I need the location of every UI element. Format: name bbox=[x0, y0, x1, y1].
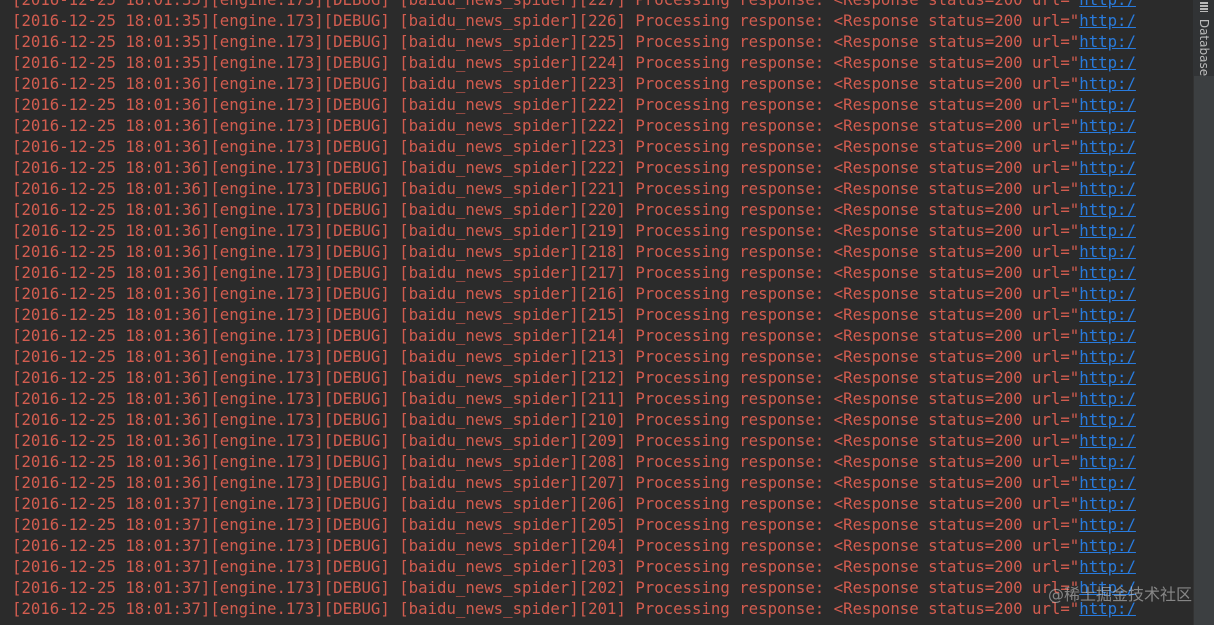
log-line-text: [2016-12-25 18:01:36][engine.173][DEBUG]… bbox=[12, 410, 1080, 429]
log-line-url-link[interactable]: http:/ bbox=[1079, 221, 1136, 240]
log-line: [2016-12-25 18:01:36][engine.173][DEBUG]… bbox=[0, 346, 1193, 367]
log-line-url-link[interactable]: http:/ bbox=[1079, 0, 1136, 9]
log-line: [2016-12-25 18:01:36][engine.173][DEBUG]… bbox=[0, 136, 1193, 157]
database-tool-tab[interactable]: Database bbox=[1193, 0, 1214, 76]
log-line: [2016-12-25 18:01:36][engine.173][DEBUG]… bbox=[0, 220, 1193, 241]
log-line: [2016-12-25 18:01:37][engine.173][DEBUG]… bbox=[0, 556, 1193, 577]
log-line-text: [2016-12-25 18:01:36][engine.173][DEBUG]… bbox=[12, 74, 1080, 93]
log-line-url-link[interactable]: http:/ bbox=[1079, 347, 1136, 366]
log-line-url-link[interactable]: http:/ bbox=[1079, 95, 1136, 114]
log-line-url-link[interactable]: http:/ bbox=[1079, 368, 1136, 387]
log-line: [2016-12-25 18:01:35][engine.173][DEBUG]… bbox=[0, 31, 1193, 52]
log-line-text: [2016-12-25 18:01:35][engine.173][DEBUG]… bbox=[12, 11, 1080, 30]
log-line-text: [2016-12-25 18:01:36][engine.173][DEBUG]… bbox=[12, 347, 1080, 366]
log-line-text: [2016-12-25 18:01:37][engine.173][DEBUG]… bbox=[12, 599, 1080, 618]
log-line-url-link[interactable]: http:/ bbox=[1079, 11, 1136, 30]
log-line: [2016-12-25 18:01:37][engine.173][DEBUG]… bbox=[0, 514, 1193, 535]
log-line: [2016-12-25 18:01:36][engine.173][DEBUG]… bbox=[0, 451, 1193, 472]
log-line: [2016-12-25 18:01:36][engine.173][DEBUG]… bbox=[0, 430, 1193, 451]
log-line-url-link[interactable]: http:/ bbox=[1079, 137, 1136, 156]
log-line-text: [2016-12-25 18:01:36][engine.173][DEBUG]… bbox=[12, 221, 1080, 240]
log-line-url-link[interactable]: http:/ bbox=[1079, 410, 1136, 429]
database-tab-content: Database bbox=[1195, 2, 1212, 76]
log-line: [2016-12-25 18:01:35][engine.173][DEBUG]… bbox=[0, 10, 1193, 31]
log-line-url-link[interactable]: http:/ bbox=[1079, 53, 1136, 72]
log-line-url-link[interactable]: http:/ bbox=[1079, 305, 1136, 324]
log-line: [2016-12-25 18:01:36][engine.173][DEBUG]… bbox=[0, 325, 1193, 346]
log-line-text: [2016-12-25 18:01:35][engine.173][DEBUG]… bbox=[12, 32, 1080, 51]
log-line-url-link[interactable]: http:/ bbox=[1079, 32, 1136, 51]
database-icon bbox=[1200, 2, 1208, 12]
log-line: [2016-12-25 18:01:35][engine.173][DEBUG]… bbox=[0, 52, 1193, 73]
log-lines: [2016-12-25 18:01:35][engine.173][DEBUG]… bbox=[0, 0, 1193, 619]
log-line-text: [2016-12-25 18:01:36][engine.173][DEBUG]… bbox=[12, 116, 1080, 135]
log-line-text: [2016-12-25 18:01:35][engine.173][DEBUG]… bbox=[12, 0, 1079, 9]
log-line: [2016-12-25 18:01:36][engine.173][DEBUG]… bbox=[0, 304, 1193, 325]
log-line-url-link[interactable]: http:/ bbox=[1079, 557, 1136, 576]
log-line: [2016-12-25 18:01:36][engine.173][DEBUG]… bbox=[0, 241, 1193, 262]
log-line-text: [2016-12-25 18:01:36][engine.173][DEBUG]… bbox=[12, 326, 1080, 345]
log-line-text: [2016-12-25 18:01:36][engine.173][DEBUG]… bbox=[12, 242, 1080, 261]
log-line-url-link[interactable]: http:/ bbox=[1079, 116, 1136, 135]
log-line-text: [2016-12-25 18:01:36][engine.173][DEBUG]… bbox=[12, 305, 1080, 324]
log-line: [2016-12-25 18:01:37][engine.173][DEBUG]… bbox=[0, 493, 1193, 514]
log-line: [2016-12-25 18:01:36][engine.173][DEBUG]… bbox=[0, 283, 1193, 304]
log-line-text: [2016-12-25 18:01:36][engine.173][DEBUG]… bbox=[12, 179, 1080, 198]
log-line: [2016-12-25 18:01:37][engine.173][DEBUG]… bbox=[0, 598, 1193, 619]
log-line: [2016-12-25 18:01:36][engine.173][DEBUG]… bbox=[0, 157, 1193, 178]
right-tool-strip bbox=[1193, 0, 1214, 625]
log-line-url-link[interactable]: http:/ bbox=[1079, 284, 1136, 303]
log-line: [2016-12-25 18:01:36][engine.173][DEBUG]… bbox=[0, 94, 1193, 115]
log-line-url-link[interactable]: http:/ bbox=[1079, 326, 1136, 345]
log-line: [2016-12-25 18:01:36][engine.173][DEBUG]… bbox=[0, 472, 1193, 493]
log-line-url-link[interactable]: http:/ bbox=[1079, 578, 1136, 597]
log-line: [2016-12-25 18:01:36][engine.173][DEBUG]… bbox=[0, 367, 1193, 388]
log-line: [2016-12-25 18:01:35][engine.173][DEBUG]… bbox=[0, 0, 1193, 10]
log-line-url-link[interactable]: http:/ bbox=[1079, 473, 1136, 492]
log-line-url-link[interactable]: http:/ bbox=[1079, 242, 1136, 261]
log-line-url-link[interactable]: http:/ bbox=[1079, 179, 1136, 198]
log-line-url-link[interactable]: http:/ bbox=[1079, 200, 1136, 219]
log-line-text: [2016-12-25 18:01:36][engine.173][DEBUG]… bbox=[12, 473, 1080, 492]
log-line: [2016-12-25 18:01:36][engine.173][DEBUG]… bbox=[0, 388, 1193, 409]
log-line-url-link[interactable]: http:/ bbox=[1079, 158, 1136, 177]
log-line-url-link[interactable]: http:/ bbox=[1079, 431, 1136, 450]
log-line-text: [2016-12-25 18:01:36][engine.173][DEBUG]… bbox=[12, 95, 1080, 114]
log-line-text: [2016-12-25 18:01:36][engine.173][DEBUG]… bbox=[12, 200, 1080, 219]
log-line-url-link[interactable]: http:/ bbox=[1079, 389, 1136, 408]
log-line-text: [2016-12-25 18:01:37][engine.173][DEBUG]… bbox=[12, 578, 1080, 597]
log-line-text: [2016-12-25 18:01:36][engine.173][DEBUG]… bbox=[12, 284, 1080, 303]
log-line: [2016-12-25 18:01:36][engine.173][DEBUG]… bbox=[0, 199, 1193, 220]
log-line-text: [2016-12-25 18:01:37][engine.173][DEBUG]… bbox=[12, 557, 1080, 576]
log-line-url-link[interactable]: http:/ bbox=[1079, 536, 1136, 555]
log-line: [2016-12-25 18:01:36][engine.173][DEBUG]… bbox=[0, 73, 1193, 94]
log-line-url-link[interactable]: http:/ bbox=[1079, 74, 1136, 93]
log-line-url-link[interactable]: http:/ bbox=[1079, 515, 1136, 534]
log-line: [2016-12-25 18:01:36][engine.173][DEBUG]… bbox=[0, 178, 1193, 199]
log-line-url-link[interactable]: http:/ bbox=[1079, 263, 1136, 282]
log-line-text: [2016-12-25 18:01:37][engine.173][DEBUG]… bbox=[12, 494, 1080, 513]
log-line-text: [2016-12-25 18:01:36][engine.173][DEBUG]… bbox=[12, 368, 1080, 387]
log-line: [2016-12-25 18:01:37][engine.173][DEBUG]… bbox=[0, 577, 1193, 598]
log-line-text: [2016-12-25 18:01:36][engine.173][DEBUG]… bbox=[12, 137, 1080, 156]
console-output[interactable]: [2016-12-25 18:01:35][engine.173][DEBUG]… bbox=[0, 0, 1193, 625]
log-line-text: [2016-12-25 18:01:36][engine.173][DEBUG]… bbox=[12, 431, 1080, 450]
log-line-text: [2016-12-25 18:01:36][engine.173][DEBUG]… bbox=[12, 158, 1080, 177]
log-line-url-link[interactable]: http:/ bbox=[1079, 452, 1136, 471]
database-tab-label: Database bbox=[1197, 18, 1211, 77]
log-line-text: [2016-12-25 18:01:36][engine.173][DEBUG]… bbox=[12, 452, 1080, 471]
log-line-text: [2016-12-25 18:01:37][engine.173][DEBUG]… bbox=[12, 515, 1080, 534]
log-line-text: [2016-12-25 18:01:36][engine.173][DEBUG]… bbox=[12, 389, 1080, 408]
log-line-text: [2016-12-25 18:01:35][engine.173][DEBUG]… bbox=[12, 53, 1080, 72]
log-line: [2016-12-25 18:01:36][engine.173][DEBUG]… bbox=[0, 115, 1193, 136]
log-line-url-link[interactable]: http:/ bbox=[1079, 494, 1136, 513]
log-line: [2016-12-25 18:01:36][engine.173][DEBUG]… bbox=[0, 409, 1193, 430]
log-line-url-link[interactable]: http:/ bbox=[1079, 599, 1136, 618]
log-line-text: [2016-12-25 18:01:36][engine.173][DEBUG]… bbox=[12, 263, 1080, 282]
log-line-text: [2016-12-25 18:01:37][engine.173][DEBUG]… bbox=[12, 536, 1080, 555]
log-line: [2016-12-25 18:01:37][engine.173][DEBUG]… bbox=[0, 535, 1193, 556]
log-line: [2016-12-25 18:01:36][engine.173][DEBUG]… bbox=[0, 262, 1193, 283]
